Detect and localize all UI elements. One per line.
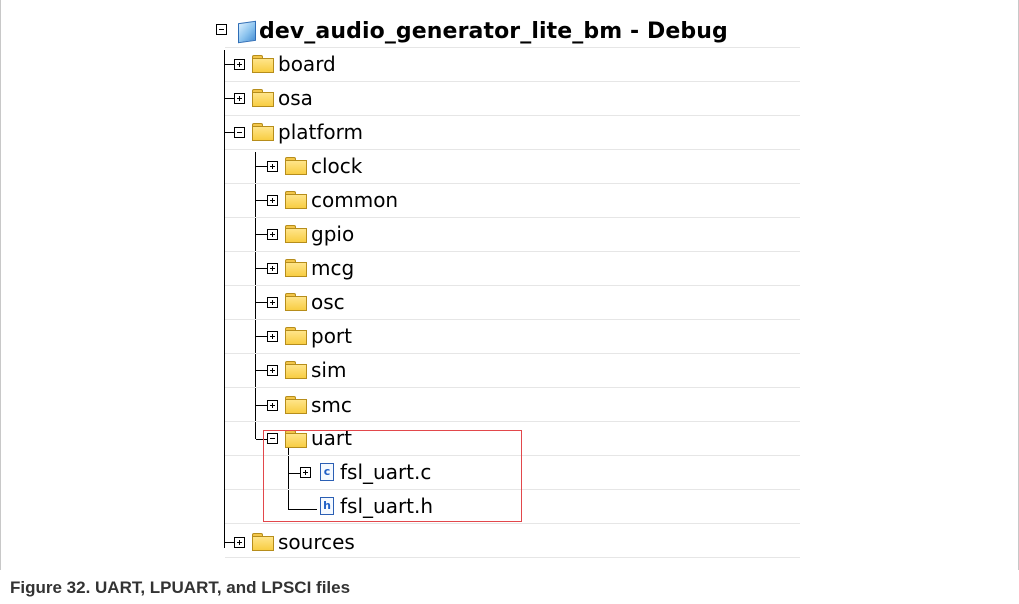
tree-guide-uart [288,447,289,510]
tree-item-common[interactable]: common [311,189,398,211]
row-separator [225,251,800,252]
row-separator [225,387,800,388]
tree-item-sim[interactable]: sim [311,359,346,381]
tree-item-uart[interactable]: uart [311,427,352,449]
common-expand-toggle[interactable] [267,195,278,206]
row-separator [225,47,800,48]
row-separator [225,557,800,558]
folder-icon [285,361,307,379]
tree-item-sources[interactable]: sources [278,531,355,553]
tree-guide-root [224,50,225,548]
folder-icon [285,430,307,448]
folder-icon [252,123,274,141]
folder-icon [285,157,307,175]
folder-icon [285,327,307,345]
tree-item-board[interactable]: board [278,53,336,75]
h-file-icon: h [320,497,334,515]
row-separator [225,353,800,354]
sim-expand-toggle[interactable] [267,365,278,376]
osc-expand-toggle[interactable] [267,297,278,308]
tree-item-fsl-uart-h[interactable]: fsl_uart.h [340,495,433,517]
folder-icon [285,396,307,414]
uart-collapse-toggle[interactable] [267,433,278,444]
tree-item-port[interactable]: port [311,325,352,347]
port-expand-toggle[interactable] [267,331,278,342]
project-name[interactable]: dev_audio_generator_lite_bm - Debug [259,21,728,43]
row-separator [225,183,800,184]
folder-icon [285,293,307,311]
smc-expand-toggle[interactable] [267,400,278,411]
osa-expand-toggle[interactable] [234,93,245,104]
figure-caption: Figure 32. UART, LPUART, and LPSCI files [10,578,351,597]
tree-item-osa[interactable]: osa [278,87,313,109]
folder-icon [285,191,307,209]
c-file-icon: c [320,463,334,481]
folder-icon [252,533,274,551]
row-separator [225,455,800,456]
tree-item-gpio[interactable]: gpio [311,223,354,245]
project-tree: dev_audio_generator_lite_bm - Debug boar… [0,0,1019,570]
folder-icon [285,225,307,243]
row-separator [225,489,800,490]
row-separator [225,149,800,150]
folder-icon [252,55,274,73]
project-collapse-toggle[interactable] [216,24,227,35]
row-separator [225,217,800,218]
row-separator [225,319,800,320]
tree-item-clock[interactable]: clock [311,155,362,177]
row-separator [225,285,800,286]
platform-collapse-toggle[interactable] [234,127,245,138]
fsl-uart-c-expand-toggle[interactable] [300,467,311,478]
mcg-expand-toggle[interactable] [267,263,278,274]
sources-expand-toggle[interactable] [234,537,245,548]
tree-item-mcg[interactable]: mcg [311,257,354,279]
row-separator [225,523,800,524]
tree-item-platform[interactable]: platform [278,121,363,143]
tree-item-osc[interactable]: osc [311,291,345,313]
clock-expand-toggle[interactable] [267,161,278,172]
board-expand-toggle[interactable] [234,59,245,70]
tree-item-smc[interactable]: smc [311,394,352,416]
project-icon [238,20,256,44]
row-separator [225,81,800,82]
folder-icon [252,89,274,107]
folder-icon [285,259,307,277]
row-separator [225,421,800,422]
tree-guide-platform [255,152,256,439]
tree-branch [289,509,317,510]
gpio-expand-toggle[interactable] [267,229,278,240]
row-separator [225,115,800,116]
tree-item-fsl-uart-c[interactable]: fsl_uart.c [340,461,431,483]
